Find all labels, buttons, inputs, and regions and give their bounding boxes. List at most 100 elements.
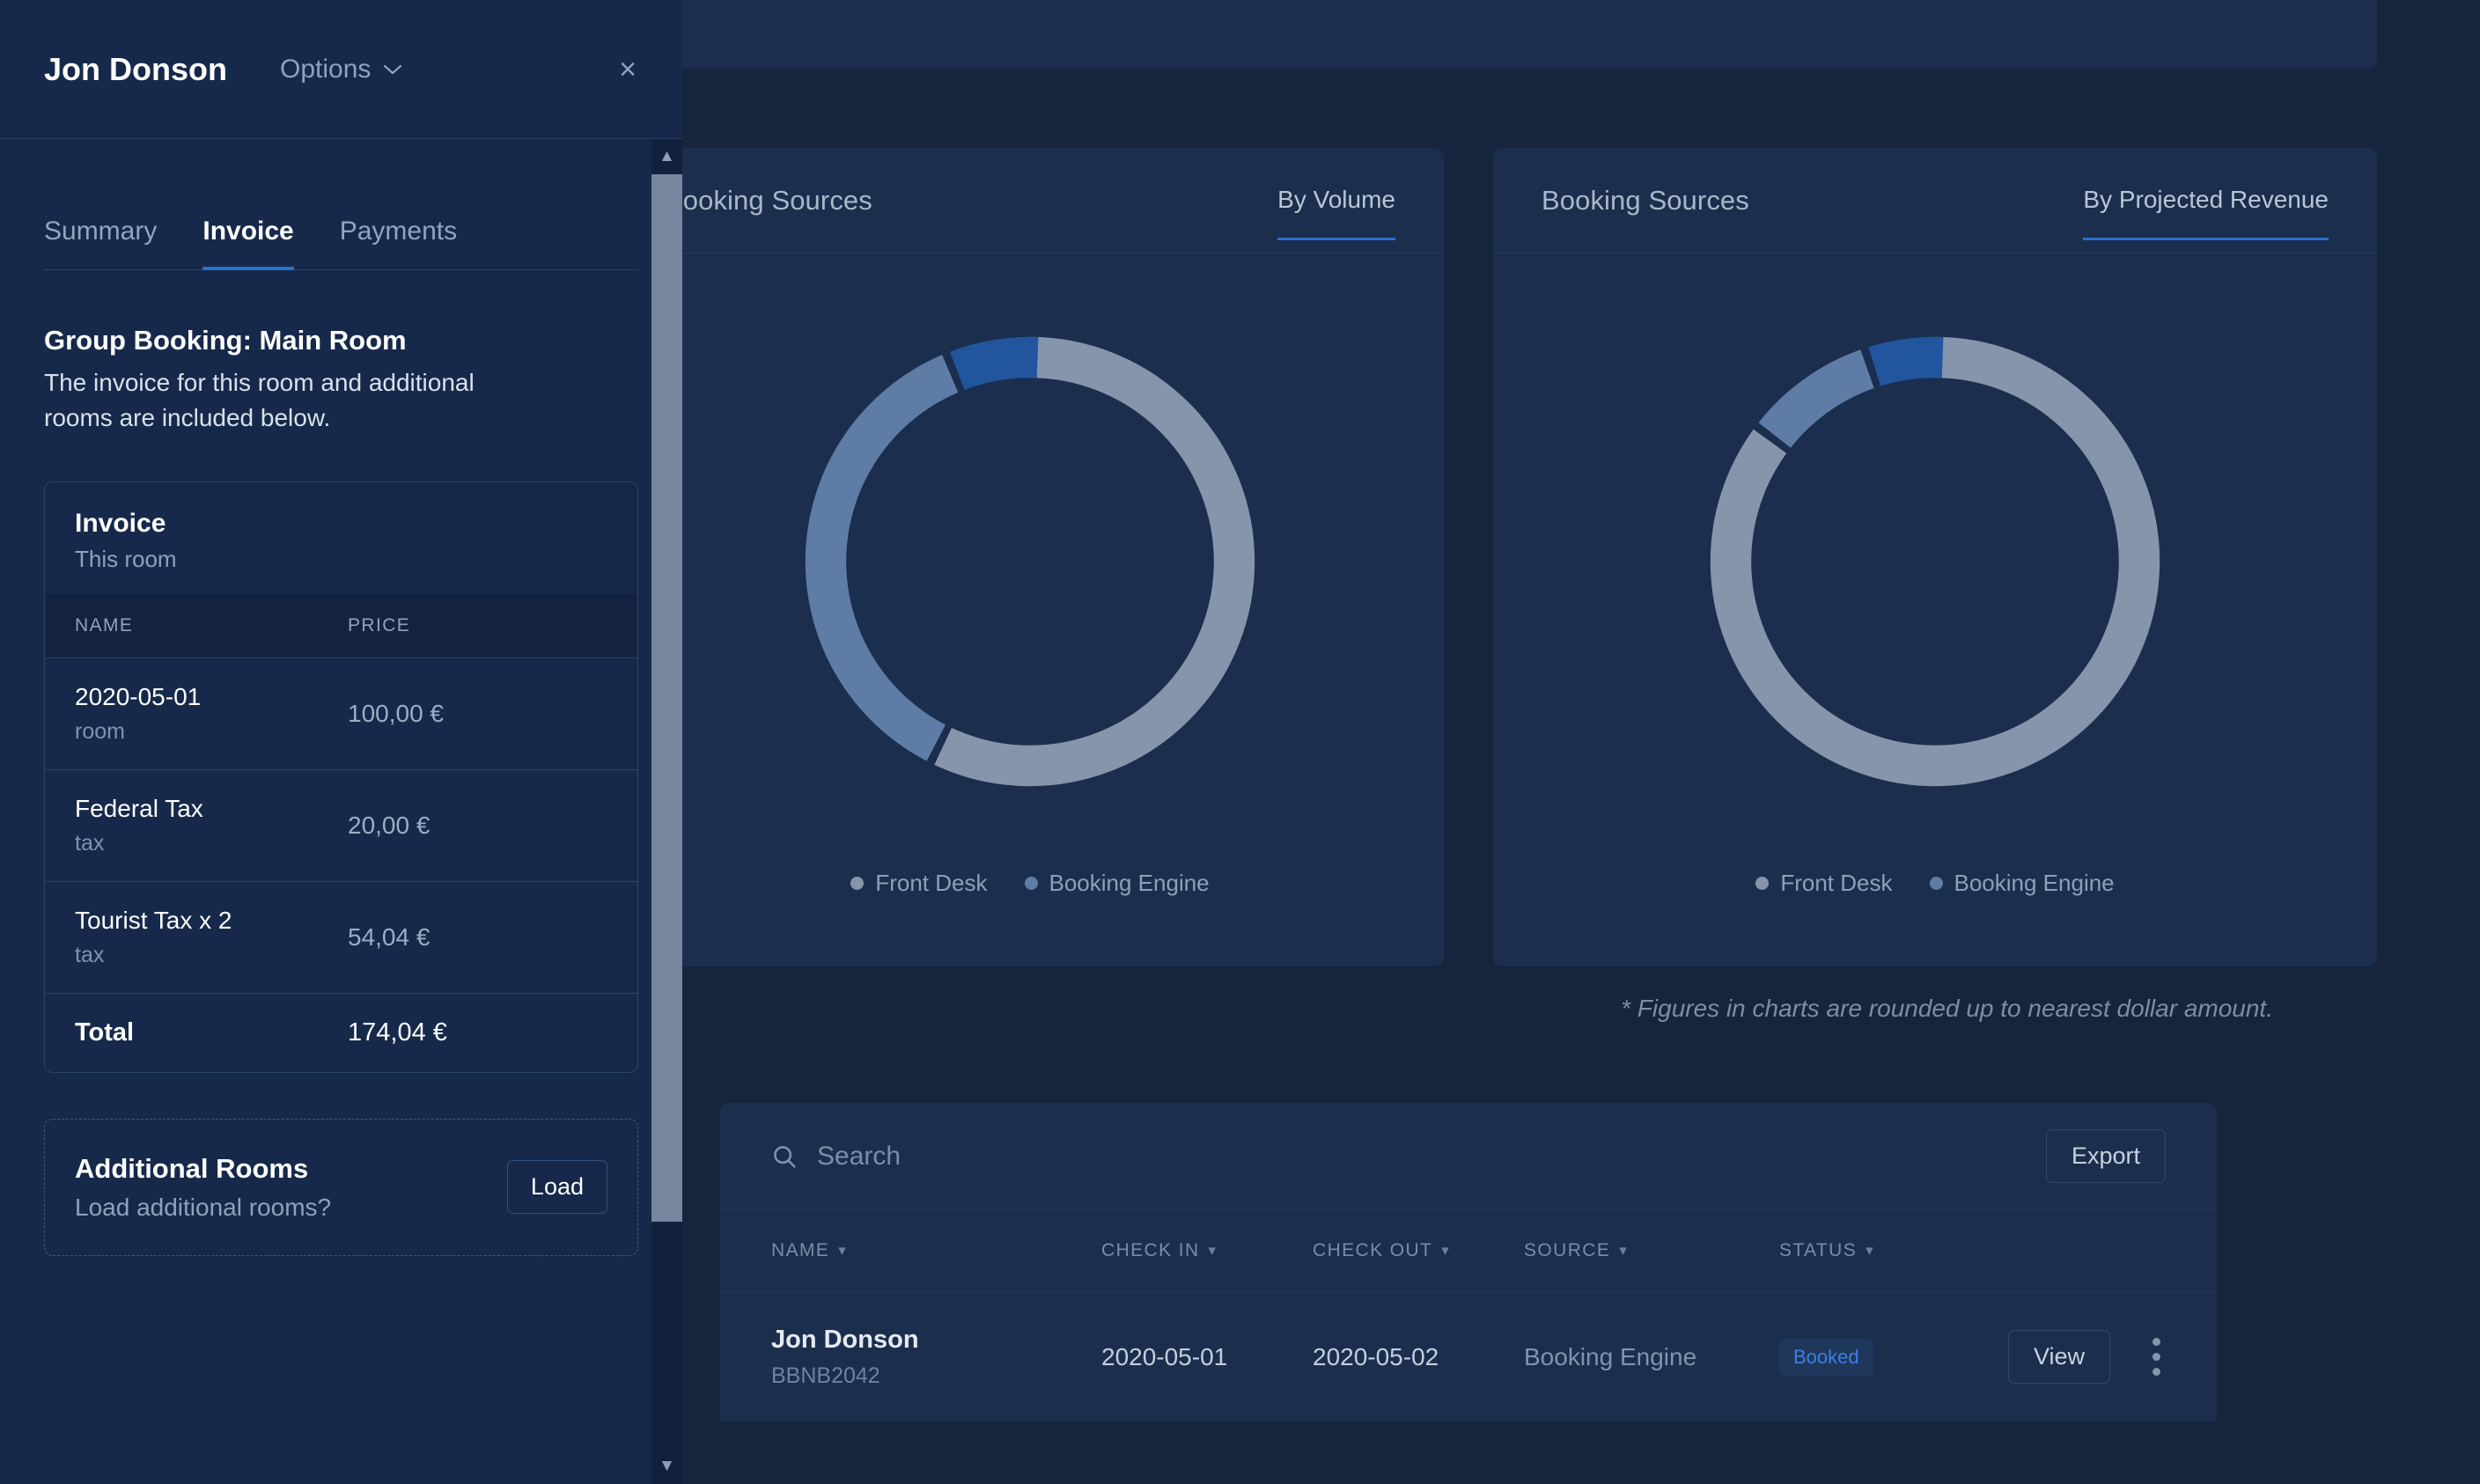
invoice-line-item: Federal Tax tax 20,00 €	[45, 768, 637, 881]
scrollbar-thumb[interactable]	[651, 174, 682, 1222]
invoice-total-price: 174,04 €	[348, 1017, 447, 1047]
drawer-header: Jon Donson Options ×	[0, 0, 682, 139]
invoice-subheading: This room	[75, 545, 177, 572]
legend-item-booking-engine: Booking Engine	[1024, 870, 1210, 897]
bookings-table-header: NAME ▾ CHECK IN ▾ CHECK OUT ▾ SOURCE ▾ S…	[720, 1210, 2217, 1291]
invoice-line-name-wrap: Tourist Tax x 2 tax	[75, 907, 348, 968]
column-label-source: SOURCE	[1524, 1240, 1611, 1260]
column-header-name[interactable]: NAME ▾	[771, 1240, 1101, 1261]
invoice-line-item: Tourist Tax x 2 tax 54,04 €	[45, 880, 637, 993]
column-header-check-in[interactable]: CHECK IN ▾	[1101, 1240, 1313, 1261]
cell-actions: View	[2008, 1330, 2166, 1384]
booking-sources-revenue-card: Booking Sources By Projected Revenue Fro…	[1493, 148, 2377, 966]
legend-dot-booking-engine-icon	[1929, 877, 1943, 890]
donut-svg-volume	[805, 336, 1255, 787]
invoice-card-header: Invoice This room	[45, 482, 637, 594]
chart-toggle-by-projected-revenue[interactable]: By Projected Revenue	[2083, 186, 2329, 240]
scrollbar-track[interactable]	[651, 174, 682, 1449]
top-summary-card	[678, 0, 2377, 69]
chevron-down-icon: ▾	[1866, 1242, 1875, 1259]
legend-label-booking-engine: Booking Engine	[1954, 870, 2115, 896]
search-box[interactable]	[771, 1141, 1345, 1172]
invoice-column-price: PRICE	[348, 614, 411, 635]
chart-header-volume: Booking Sources By Volume	[616, 148, 1444, 253]
column-label-check-in: CHECK IN	[1101, 1240, 1200, 1260]
invoice-total-row: Total 174,04 €	[45, 992, 637, 1072]
invoice-line-name: Federal Tax	[75, 794, 203, 822]
more-options-icon[interactable]	[2153, 1338, 2161, 1376]
chart-footnote: * Figures in charts are rounded up to ne…	[1621, 995, 2273, 1022]
invoice-line-type: tax	[75, 942, 105, 967]
chart-legend-revenue: Front Desk Booking Engine	[1493, 870, 2377, 897]
invoice-line-type: room	[75, 718, 125, 744]
cell-check-out: 2020-05-02	[1313, 1342, 1439, 1370]
donut-chart-revenue	[1493, 253, 2377, 870]
invoice-card: Invoice This room NAME PRICE 2020-05-01 …	[44, 481, 638, 1073]
cell-source: Booking Engine	[1524, 1342, 1697, 1370]
invoice-line-price: 54,04 €	[348, 922, 431, 951]
additional-rooms-title: Additional Rooms	[75, 1152, 309, 1184]
column-header-source[interactable]: SOURCE ▾	[1524, 1240, 1779, 1261]
column-label-name: NAME	[771, 1240, 830, 1260]
invoice-line-price: 20,00 €	[348, 811, 431, 839]
legend-label-front-desk: Front Desk	[1780, 870, 1893, 896]
invoice-line-item: 2020-05-01 room 100,00 €	[45, 657, 637, 769]
chevron-down-icon: ▾	[1619, 1242, 1629, 1259]
invoice-table-header: NAME PRICE	[45, 593, 637, 658]
donut-chart-volume	[616, 253, 1444, 870]
row-guest-name: Jon Donson	[771, 1325, 919, 1354]
invoice-heading: Invoice	[75, 508, 166, 538]
section-title: Group Booking: Main Room	[44, 325, 407, 356]
chart-legend-volume: Front Desk Booking Engine	[616, 870, 1444, 897]
additional-rooms-subtitle: Load additional rooms?	[75, 1193, 332, 1221]
invoice-line-name: 2020-05-01	[75, 682, 202, 710]
scroll-down-icon[interactable]: ▼	[651, 1449, 682, 1484]
drawer-scrollbar[interactable]: ▲ ▼	[651, 139, 682, 1484]
export-button[interactable]: Export	[2045, 1129, 2166, 1183]
tab-summary[interactable]: Summary	[44, 217, 157, 269]
column-header-status[interactable]: STATUS ▾	[1779, 1240, 2008, 1261]
column-label-check-out: CHECK OUT	[1313, 1240, 1433, 1260]
chart-toggle-by-volume[interactable]: By Volume	[1277, 186, 1395, 240]
invoice-line-name-wrap: 2020-05-01 room	[75, 683, 348, 745]
chart-title-volume: Booking Sources	[665, 184, 872, 216]
chart-header-revenue: Booking Sources By Projected Revenue	[1493, 148, 2377, 253]
legend-item-booking-engine: Booking Engine	[1929, 870, 2115, 897]
table-row[interactable]: Jon Donson BBNB2042 2020-05-01 2020-05-0…	[720, 1291, 2217, 1422]
legend-dot-front-desk-icon	[850, 877, 865, 890]
row-booking-reference: BBNB2042	[771, 1363, 880, 1388]
invoice-line-price: 100,00 €	[348, 699, 444, 727]
chevron-down-icon: ▾	[1441, 1242, 1451, 1259]
donut-svg-revenue	[1710, 336, 2160, 787]
cell-status: Booked	[1779, 1338, 2008, 1376]
chevron-down-icon: ▾	[1208, 1242, 1218, 1259]
cell-check-in: 2020-05-01	[1101, 1342, 1228, 1370]
drawer-tabs: Summary Invoice Payments	[44, 217, 638, 270]
legend-dot-booking-engine-icon	[1024, 877, 1038, 890]
status-badge: Booked	[1779, 1338, 1873, 1376]
search-input[interactable]	[817, 1141, 1345, 1172]
invoice-column-name: NAME	[75, 614, 134, 635]
tab-payments[interactable]: Payments	[340, 217, 457, 269]
additional-rooms-text: Additional Rooms Load additional rooms?	[75, 1153, 331, 1222]
options-dropdown[interactable]: Options	[280, 55, 402, 84]
chart-title-revenue: Booking Sources	[1542, 184, 1749, 216]
tab-invoice[interactable]: Invoice	[202, 217, 295, 270]
load-additional-rooms-button[interactable]: Load	[506, 1160, 607, 1214]
section-description: The invoice for this room and additional…	[44, 369, 475, 431]
cell-guest-name: Jon Donson BBNB2042	[771, 1326, 1101, 1389]
column-header-check-out[interactable]: CHECK OUT ▾	[1313, 1240, 1524, 1261]
view-button[interactable]: View	[2008, 1330, 2111, 1384]
search-icon	[774, 1145, 796, 1167]
chevron-down-icon: ▾	[838, 1242, 848, 1259]
legend-label-booking-engine: Booking Engine	[1049, 870, 1210, 896]
invoice-line-name-wrap: Federal Tax tax	[75, 795, 348, 856]
bookings-table-panel: Export NAME ▾ CHECK IN ▾ CHECK OUT ▾ SOU…	[720, 1103, 2217, 1422]
drawer-title: Jon Donson	[44, 50, 227, 87]
chevron-down-icon	[384, 64, 402, 74]
invoice-total-label: Total	[75, 1017, 135, 1047]
additional-rooms-card: Additional Rooms Load additional rooms? …	[44, 1118, 638, 1256]
scroll-up-icon[interactable]: ▲	[651, 139, 682, 174]
legend-item-front-desk: Front Desk	[1755, 870, 1893, 897]
close-icon[interactable]: ×	[619, 55, 637, 84]
